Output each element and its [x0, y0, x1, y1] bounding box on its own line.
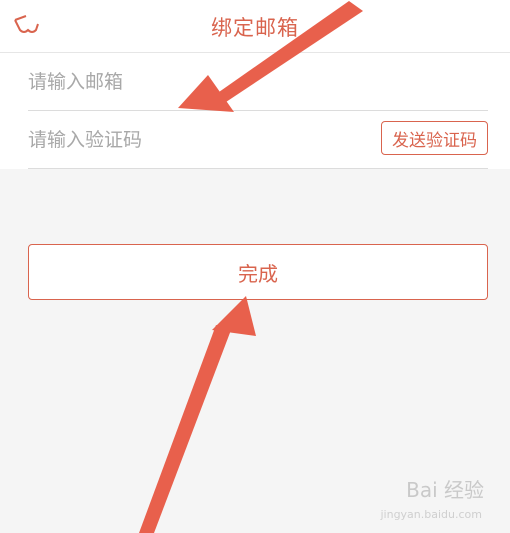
send-code-button[interactable]: 发送验证码: [381, 121, 488, 155]
page-title: 绑定邮箱: [211, 16, 299, 40]
watermark-url: jingyan.baidu.com: [380, 508, 482, 521]
header-bar: 绑定邮箱: [0, 0, 510, 53]
watermark-brand: Bai 经验: [406, 478, 484, 502]
code-row: 发送验证码: [28, 111, 488, 169]
arrow-to-done-icon: [139, 296, 256, 533]
email-input[interactable]: [28, 67, 348, 97]
done-button[interactable]: 完成: [28, 244, 488, 300]
verification-code-input[interactable]: [28, 125, 348, 155]
bind-email-form: 发送验证码: [0, 53, 510, 169]
email-row: [28, 53, 488, 111]
